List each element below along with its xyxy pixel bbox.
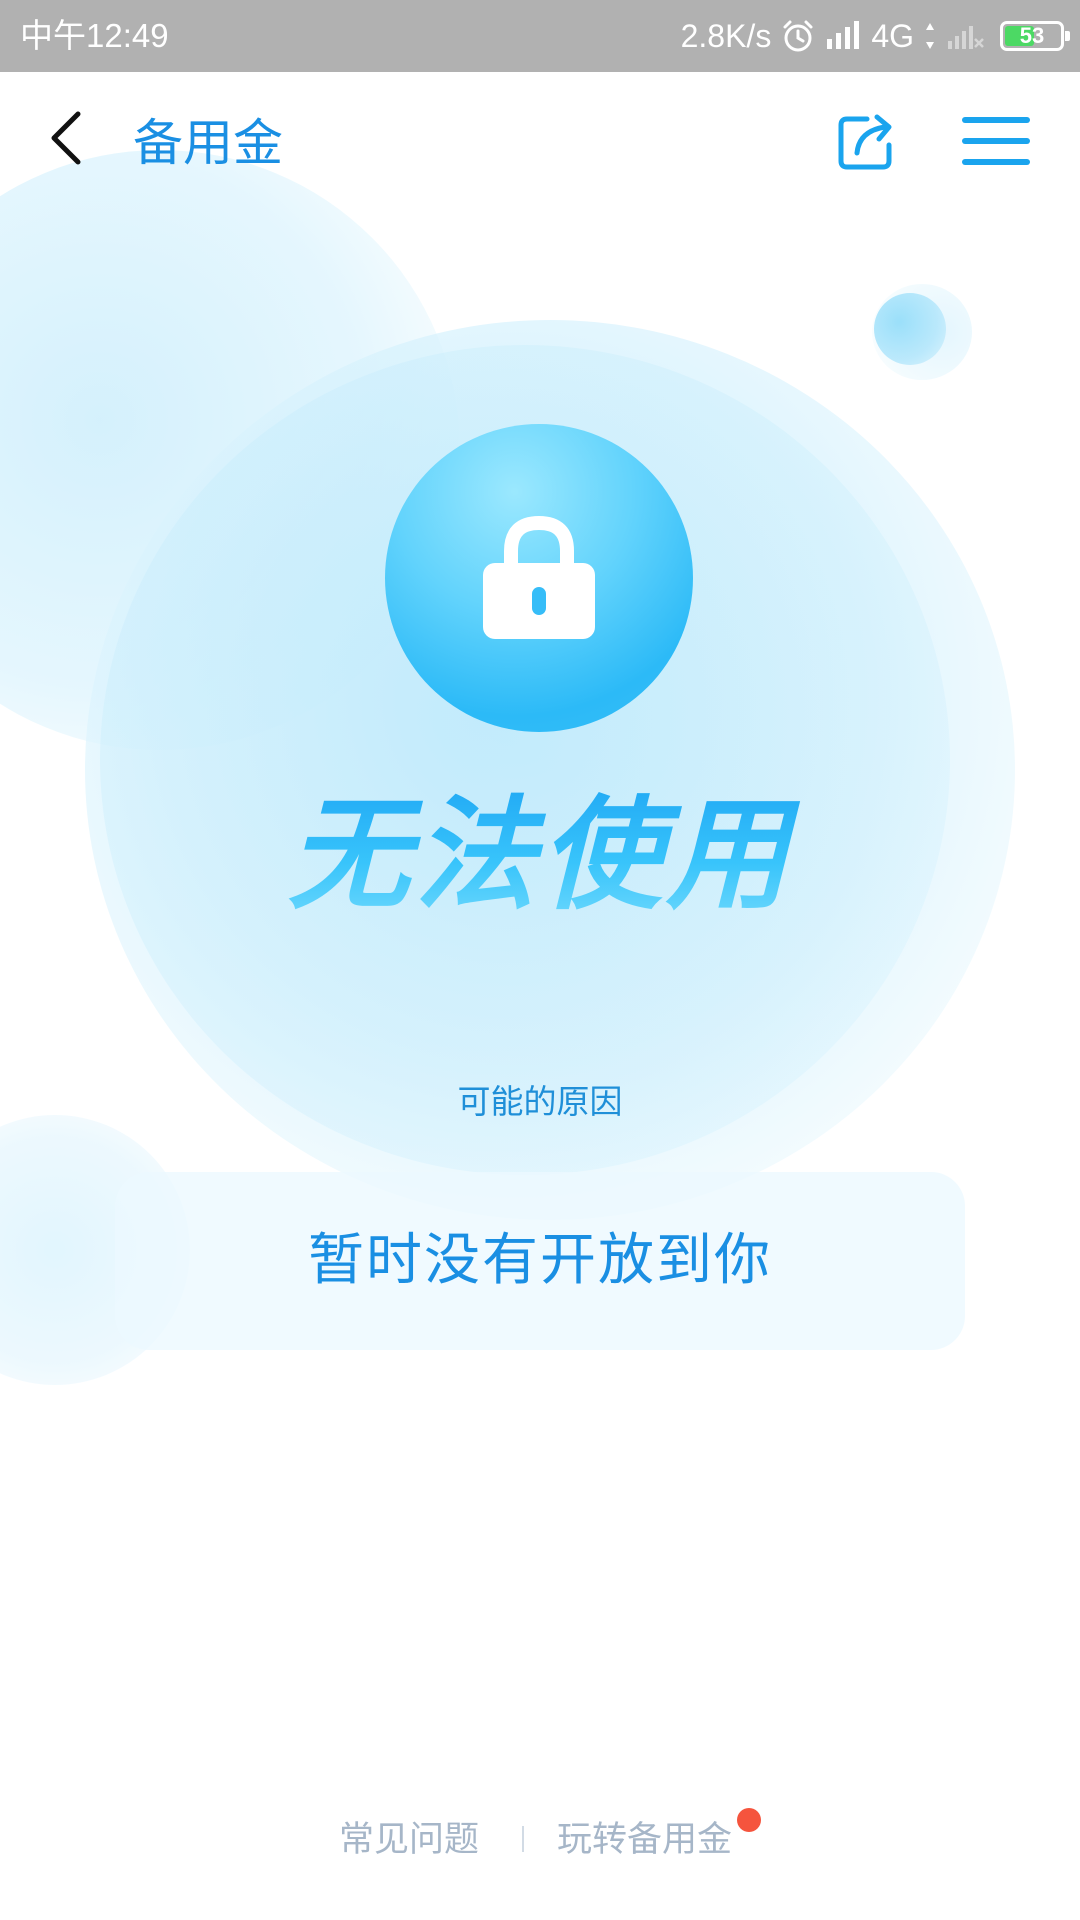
lock-icon [479, 511, 599, 645]
reason-card: 暂时没有开放到你 [115, 1172, 965, 1350]
faq-link[interactable]: 常见问题 [339, 1810, 479, 1870]
notification-dot [737, 1808, 761, 1832]
share-icon [835, 109, 899, 177]
decorative-bubble [872, 284, 972, 380]
page-title: 备用金 [133, 114, 283, 172]
battery-icon: 53 [1000, 21, 1070, 51]
signal-icon [825, 21, 861, 51]
decorative-bubble [0, 150, 460, 750]
guide-link[interactable]: 玩转备用金 [557, 1810, 732, 1870]
decorative-bubble [874, 293, 946, 365]
lock-badge [385, 424, 693, 732]
menu-button[interactable] [956, 108, 1036, 178]
reason-label: 可能的原因 [457, 1082, 623, 1121]
data-arrows-icon [924, 21, 936, 51]
status-time: 中午12:49 [20, 17, 169, 54]
menu-icon [960, 113, 1032, 173]
header: 备用金 [0, 72, 1080, 212]
chevron-left-icon [46, 110, 86, 170]
network-type: 4G [871, 17, 914, 54]
network-speed: 2.8K/s [680, 17, 772, 54]
footer-divider [522, 1826, 524, 1852]
no-signal-icon [946, 21, 986, 51]
battery-level: 53 [1019, 23, 1045, 48]
back-button[interactable] [30, 104, 102, 176]
page: 中午12:49 2.8K/s 4G 53 备用金 无法使用 可能的原因 暂时没有… [0, 0, 1080, 1920]
share-button[interactable] [830, 106, 904, 180]
alarm-icon [781, 19, 815, 53]
status-indicators: 2.8K/s 4G 53 [680, 14, 1070, 58]
footer-links: 常见问题 玩转备用金 [0, 1808, 1080, 1870]
status-bar: 中午12:49 2.8K/s 4G 53 [0, 0, 1080, 72]
status-heading: 无法使用 [0, 780, 1080, 930]
reason-text: 暂时没有开放到你 [308, 1228, 772, 1293]
